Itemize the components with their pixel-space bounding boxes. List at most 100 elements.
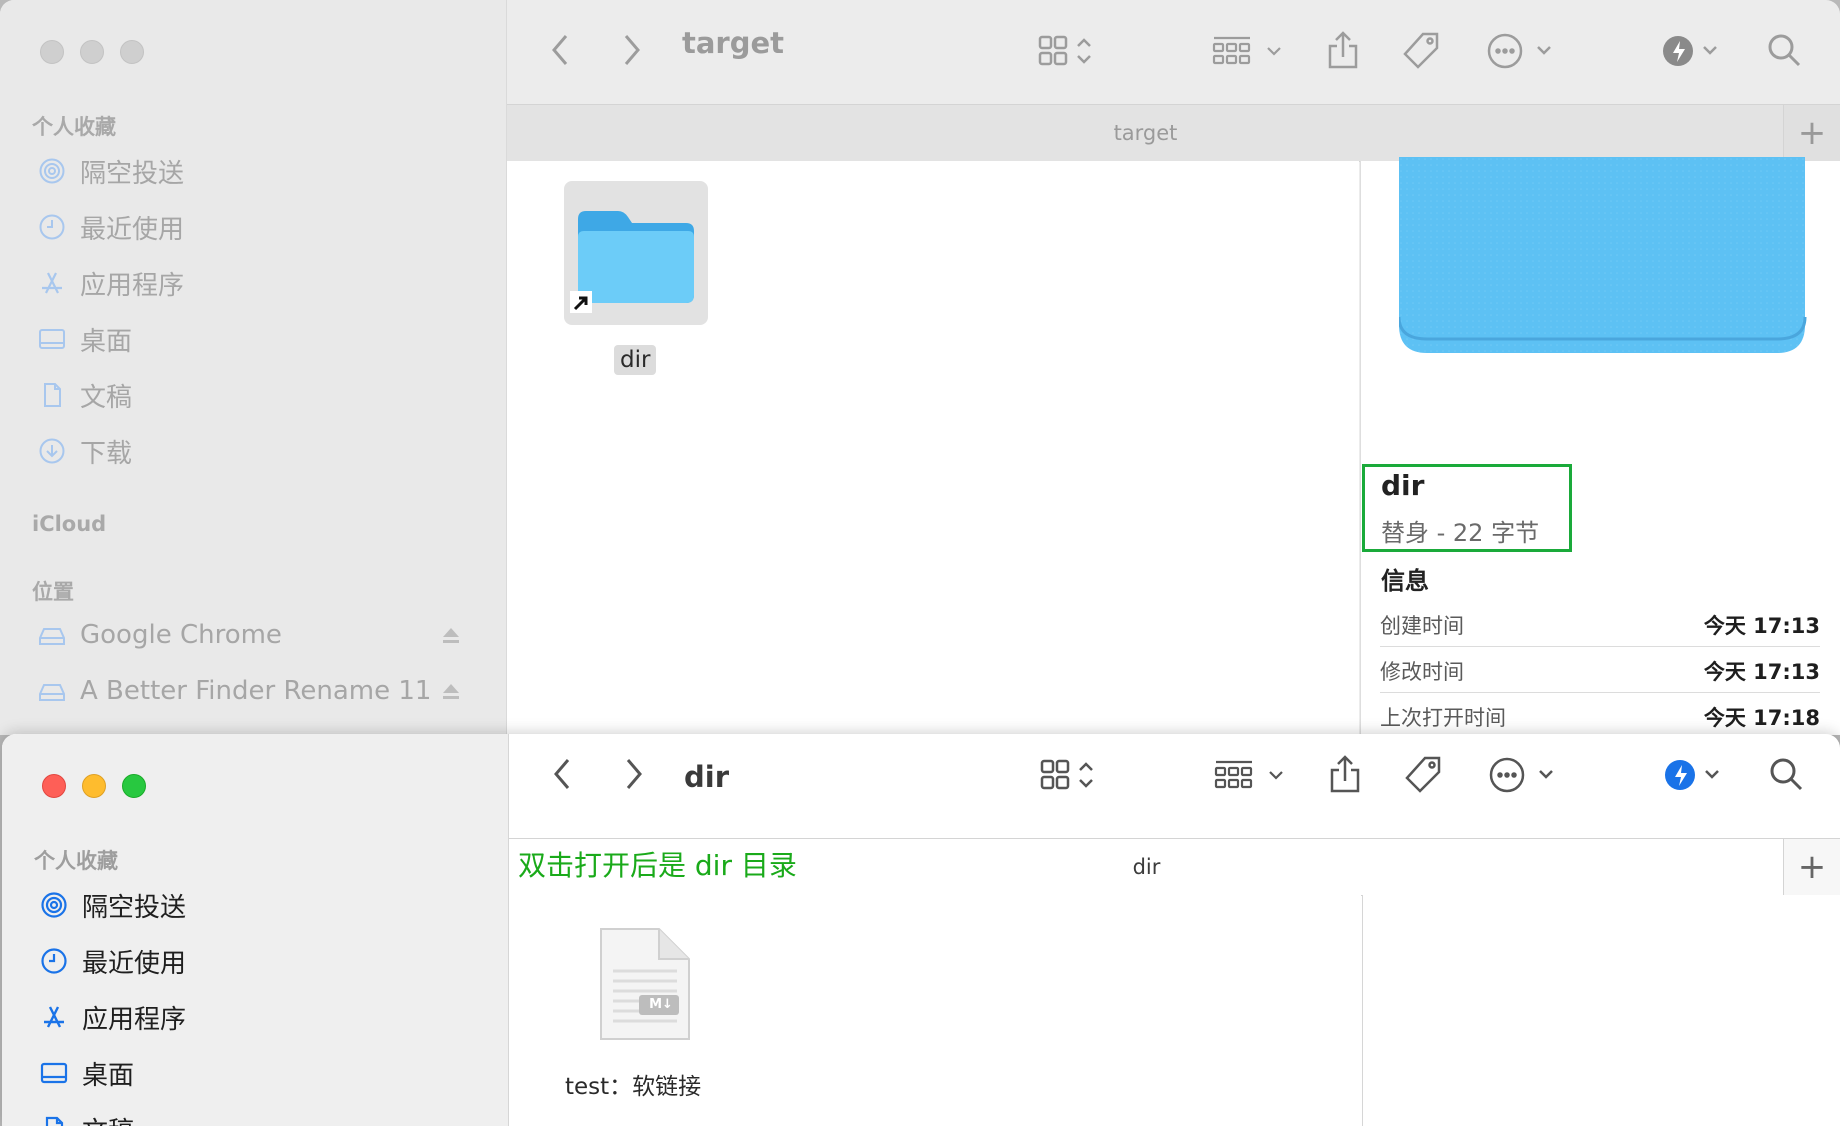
sidebar-item-label: 下载 bbox=[80, 438, 133, 469]
sidebar-item-desktop[interactable]: 桌面 bbox=[38, 1053, 134, 1093]
info-value: 今天 17:13 bbox=[1703, 614, 1820, 638]
sidebar-item-label: 隔空投送 bbox=[82, 892, 187, 923]
back-chevron-icon[interactable] bbox=[550, 756, 574, 792]
info-row-created: 创建时间 今天 17:13 bbox=[1380, 600, 1820, 647]
tab-bar: target + bbox=[507, 104, 1840, 162]
info-row-last-opened: 上次打开时间 今天 17:18 bbox=[1380, 692, 1820, 735]
sidebar-item-label: A Better Finder Rename 11 bbox=[80, 676, 432, 706]
sidebar-item-label: 文稿 bbox=[82, 1111, 134, 1126]
sidebar-item-label: 隔空投送 bbox=[80, 158, 185, 189]
sidebar-item-label: 桌面 bbox=[82, 1060, 135, 1091]
file-area: dir bbox=[507, 161, 1359, 735]
folder-icon bbox=[578, 211, 694, 303]
share-icon[interactable] bbox=[1328, 754, 1362, 794]
locations-header: 位置 bbox=[32, 580, 74, 604]
eject-icon[interactable] bbox=[440, 680, 462, 702]
share-icon[interactable] bbox=[1326, 30, 1360, 70]
sidebar-item-label: 最近使用 bbox=[82, 948, 187, 979]
clock-icon bbox=[36, 211, 68, 243]
info-value: 今天 17:18 bbox=[1703, 706, 1820, 730]
sidebar-item-label: 最近使用 bbox=[80, 214, 185, 245]
sidebar-item-recents[interactable]: 最近使用 bbox=[36, 207, 184, 247]
new-tab-button[interactable]: + bbox=[1783, 105, 1840, 161]
info-value: 今天 17:13 bbox=[1703, 660, 1820, 684]
sidebar-item-desktop[interactable]: 桌面 bbox=[36, 319, 132, 359]
file-item[interactable]: M↓ test：软链接 bbox=[549, 921, 702, 1111]
sidebar-item-better-finder-rename[interactable]: A Better Finder Rename 11 bbox=[36, 671, 431, 711]
window-title: dir bbox=[684, 760, 730, 794]
forward-chevron-icon[interactable] bbox=[620, 32, 644, 68]
minimize-button[interactable] bbox=[82, 774, 106, 798]
group-view-icon[interactable] bbox=[1214, 758, 1286, 792]
sidebar-item-documents[interactable]: 文稿 bbox=[38, 1109, 134, 1126]
finder-window-dir: 个人收藏 隔空投送 最近使用 应用程序 桌面 文稿 dir bbox=[2, 734, 1840, 1126]
document-icon bbox=[38, 1113, 70, 1126]
airdrop-icon bbox=[38, 889, 70, 921]
sidebar: 个人收藏 隔空投送 最近使用 应用程序 桌面 文稿 bbox=[2, 734, 509, 1126]
search-icon[interactable] bbox=[1768, 756, 1804, 792]
zoom-button[interactable] bbox=[120, 40, 144, 64]
file-area: M↓ test：软链接 bbox=[509, 895, 1361, 1126]
drive-icon bbox=[36, 619, 68, 651]
zoom-button[interactable] bbox=[122, 774, 146, 798]
back-chevron-icon[interactable] bbox=[548, 32, 572, 68]
preview-pane bbox=[1362, 895, 1840, 1126]
apps-icon bbox=[36, 267, 68, 299]
clock-icon bbox=[38, 945, 70, 977]
close-button[interactable] bbox=[40, 40, 64, 64]
sidebar-item-label: Google Chrome bbox=[80, 620, 282, 650]
extension-icon[interactable] bbox=[1662, 34, 1724, 68]
sidebar-item-downloads[interactable]: 下载 bbox=[36, 431, 132, 471]
tag-icon[interactable] bbox=[1402, 754, 1444, 796]
folder-alias-item[interactable]: dir bbox=[564, 181, 708, 375]
more-actions-icon[interactable] bbox=[1486, 32, 1556, 70]
highlight-box bbox=[1362, 464, 1572, 552]
sidebar-item-documents[interactable]: 文稿 bbox=[36, 375, 132, 415]
info-key: 创建时间 bbox=[1380, 614, 1464, 638]
traffic-lights bbox=[40, 40, 144, 64]
grid-view-icon[interactable] bbox=[1038, 34, 1098, 68]
group-view-icon[interactable] bbox=[1212, 34, 1284, 68]
desktop-icon bbox=[38, 1057, 70, 1089]
sidebar-item-label: 应用程序 bbox=[80, 270, 185, 301]
desktop-icon bbox=[36, 323, 68, 355]
grid-view-icon[interactable] bbox=[1040, 758, 1100, 792]
drive-icon bbox=[36, 675, 68, 707]
new-tab-button[interactable]: + bbox=[1783, 839, 1840, 895]
tag-icon[interactable] bbox=[1400, 30, 1442, 72]
annotation-note: 双击打开后是 dir 目录 bbox=[518, 849, 797, 882]
sidebar-item-applications[interactable]: 应用程序 bbox=[36, 263, 184, 303]
icloud-header: iCloud bbox=[32, 512, 107, 536]
item-name: test：软链接 bbox=[565, 1074, 702, 1100]
markdown-file-icon bbox=[600, 928, 690, 1040]
sidebar-item-recents[interactable]: 最近使用 bbox=[38, 941, 186, 981]
sidebar: 个人收藏 隔空投送 最近使用 应用程序 桌面 文稿 下载 iCloud 位置 G… bbox=[0, 0, 507, 735]
info-key: 上次打开时间 bbox=[1380, 706, 1506, 730]
sidebar-item-google-chrome[interactable]: Google Chrome bbox=[36, 615, 282, 655]
apps-icon bbox=[38, 1001, 70, 1033]
extension-icon[interactable] bbox=[1664, 758, 1726, 792]
tab-target[interactable]: target bbox=[507, 105, 1784, 161]
document-icon bbox=[36, 379, 68, 411]
forward-chevron-icon[interactable] bbox=[622, 756, 646, 792]
minimize-button[interactable] bbox=[80, 40, 104, 64]
sidebar-item-label: 桌面 bbox=[80, 326, 133, 357]
sidebar-item-airdrop[interactable]: 隔空投送 bbox=[36, 151, 184, 191]
info-key: 修改时间 bbox=[1380, 660, 1464, 684]
close-button[interactable] bbox=[42, 774, 66, 798]
alias-arrow-icon bbox=[570, 291, 592, 313]
more-actions-icon[interactable] bbox=[1488, 756, 1558, 794]
favorites-header: 个人收藏 bbox=[34, 849, 118, 873]
folder-preview-icon bbox=[1399, 157, 1807, 353]
item-name: dir bbox=[614, 345, 657, 375]
traffic-lights bbox=[42, 774, 146, 798]
window-title: target bbox=[682, 26, 785, 60]
markdown-badge: M↓ bbox=[649, 997, 673, 1012]
eject-icon[interactable] bbox=[440, 624, 462, 646]
search-icon[interactable] bbox=[1766, 32, 1802, 68]
airdrop-icon bbox=[36, 155, 68, 187]
sidebar-item-label: 文稿 bbox=[80, 382, 133, 413]
sidebar-item-applications[interactable]: 应用程序 bbox=[38, 997, 186, 1037]
info-row-modified: 修改时间 今天 17:13 bbox=[1380, 646, 1820, 693]
sidebar-item-airdrop[interactable]: 隔空投送 bbox=[38, 885, 186, 925]
